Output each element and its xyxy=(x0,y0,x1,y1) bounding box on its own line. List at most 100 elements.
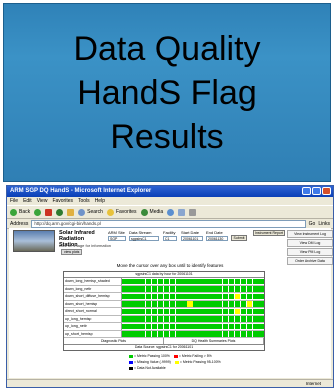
flag-cell[interactable] xyxy=(187,308,193,314)
flag-cell[interactable] xyxy=(199,293,205,299)
flag-cell[interactable] xyxy=(128,323,134,329)
flag-cell[interactable] xyxy=(211,293,217,299)
flag-cell[interactable] xyxy=(193,301,199,307)
flag-cell[interactable] xyxy=(217,293,223,299)
flag-cell[interactable] xyxy=(252,323,258,329)
flag-cell[interactable] xyxy=(122,331,128,337)
flag-cell[interactable] xyxy=(246,293,253,299)
flag-cell[interactable] xyxy=(211,286,217,292)
flag-cell[interactable] xyxy=(222,308,229,314)
flag-cell[interactable] xyxy=(246,308,253,314)
flag-cell[interactable] xyxy=(199,323,205,329)
view-instrument-log-link[interactable]: View Instrument Log xyxy=(287,230,333,238)
flag-cell[interactable] xyxy=(134,331,140,337)
flag-cell[interactable] xyxy=(222,331,229,337)
flag-cell[interactable] xyxy=(258,286,264,292)
flag-cell[interactable] xyxy=(193,331,199,337)
flag-cell[interactable] xyxy=(175,286,181,292)
flag-cell[interactable] xyxy=(222,301,229,307)
flag-cell[interactable] xyxy=(205,331,211,337)
flag-cell[interactable] xyxy=(122,301,128,307)
menu-view[interactable]: View xyxy=(37,197,48,205)
flag-cell[interactable] xyxy=(175,308,181,314)
flag-cell[interactable] xyxy=(157,331,164,337)
flag-cell[interactable] xyxy=(228,323,235,329)
flag-cell[interactable] xyxy=(199,278,205,284)
flag-cell[interactable] xyxy=(140,301,146,307)
dq-health-summaries-link[interactable]: DQ Health Summaries Plots xyxy=(164,338,264,344)
view-dm-log-link[interactable]: View DM Log xyxy=(287,239,333,247)
flag-cell[interactable] xyxy=(181,316,187,322)
flag-cell[interactable] xyxy=(128,293,134,299)
flag-cell[interactable] xyxy=(240,286,247,292)
flag-cell[interactable] xyxy=(240,323,247,329)
end-date-input[interactable]: 20061130 xyxy=(206,236,228,241)
flag-cell[interactable] xyxy=(193,316,199,322)
flag-cell[interactable] xyxy=(228,308,235,314)
flag-cell[interactable] xyxy=(205,316,211,322)
flag-cell[interactable] xyxy=(246,316,253,322)
flag-cell[interactable] xyxy=(228,293,235,299)
flag-cell[interactable] xyxy=(234,316,241,322)
flag-cell[interactable] xyxy=(205,293,211,299)
flag-cell[interactable] xyxy=(199,301,205,307)
menu-edit[interactable]: Edit xyxy=(23,197,32,205)
flag-cell[interactable] xyxy=(145,308,152,314)
submit-button[interactable]: Submit xyxy=(231,235,247,241)
history-icon[interactable] xyxy=(167,208,175,216)
go-button[interactable]: Go xyxy=(309,221,316,227)
flag-cell[interactable] xyxy=(145,323,152,329)
flag-cell[interactable] xyxy=(163,301,170,307)
flag-cell[interactable] xyxy=(217,286,223,292)
flag-cell[interactable] xyxy=(217,323,223,329)
flag-cell[interactable] xyxy=(193,286,199,292)
flag-cell[interactable] xyxy=(140,308,146,314)
flag-cell[interactable] xyxy=(181,293,187,299)
flag-cell[interactable] xyxy=(157,278,164,284)
flag-cell[interactable] xyxy=(258,316,264,322)
flag-cell[interactable] xyxy=(151,331,158,337)
flag-cell[interactable] xyxy=(175,331,181,337)
flag-cell[interactable] xyxy=(128,308,134,314)
flag-cell[interactable] xyxy=(258,278,264,284)
facility-select[interactable]: C1 xyxy=(163,236,177,241)
flag-cell[interactable] xyxy=(169,323,176,329)
instrument-photo[interactable] xyxy=(13,230,55,252)
flag-cell[interactable] xyxy=(234,278,241,284)
flag-cell[interactable] xyxy=(217,331,223,337)
flag-cell[interactable] xyxy=(187,323,193,329)
flag-cell[interactable] xyxy=(151,308,158,314)
flag-cell[interactable] xyxy=(122,286,128,292)
flag-cell[interactable] xyxy=(181,323,187,329)
flag-cell[interactable] xyxy=(234,293,241,299)
flag-cell[interactable] xyxy=(157,323,164,329)
flag-cell[interactable] xyxy=(211,323,217,329)
flag-cell[interactable] xyxy=(134,308,140,314)
flag-cell[interactable] xyxy=(163,331,170,337)
flag-cell[interactable] xyxy=(252,308,258,314)
flag-cell[interactable] xyxy=(205,286,211,292)
flag-cell[interactable] xyxy=(169,301,176,307)
flag-cell[interactable] xyxy=(217,301,223,307)
flag-cell[interactable] xyxy=(222,316,229,322)
flag-cell[interactable] xyxy=(199,286,205,292)
flag-cell[interactable] xyxy=(252,278,258,284)
view-pm-log-link[interactable]: View PM Log xyxy=(287,248,333,256)
media-button[interactable]: Media xyxy=(140,208,163,216)
flag-cell[interactable] xyxy=(145,301,152,307)
flag-cell[interactable] xyxy=(240,301,247,307)
flag-cell[interactable] xyxy=(175,278,181,284)
flag-cell[interactable] xyxy=(187,301,193,307)
flag-cell[interactable] xyxy=(163,316,170,322)
flag-cell[interactable] xyxy=(199,316,205,322)
flag-cell[interactable] xyxy=(252,316,258,322)
flag-cell[interactable] xyxy=(128,278,134,284)
flag-cell[interactable] xyxy=(134,278,140,284)
flag-cell[interactable] xyxy=(140,316,146,322)
flag-cell[interactable] xyxy=(211,301,217,307)
flag-cell[interactable] xyxy=(145,293,152,299)
menu-help[interactable]: Help xyxy=(95,197,105,205)
flag-cell[interactable] xyxy=(187,316,193,322)
flag-cell[interactable] xyxy=(234,286,241,292)
flag-cell[interactable] xyxy=(175,323,181,329)
